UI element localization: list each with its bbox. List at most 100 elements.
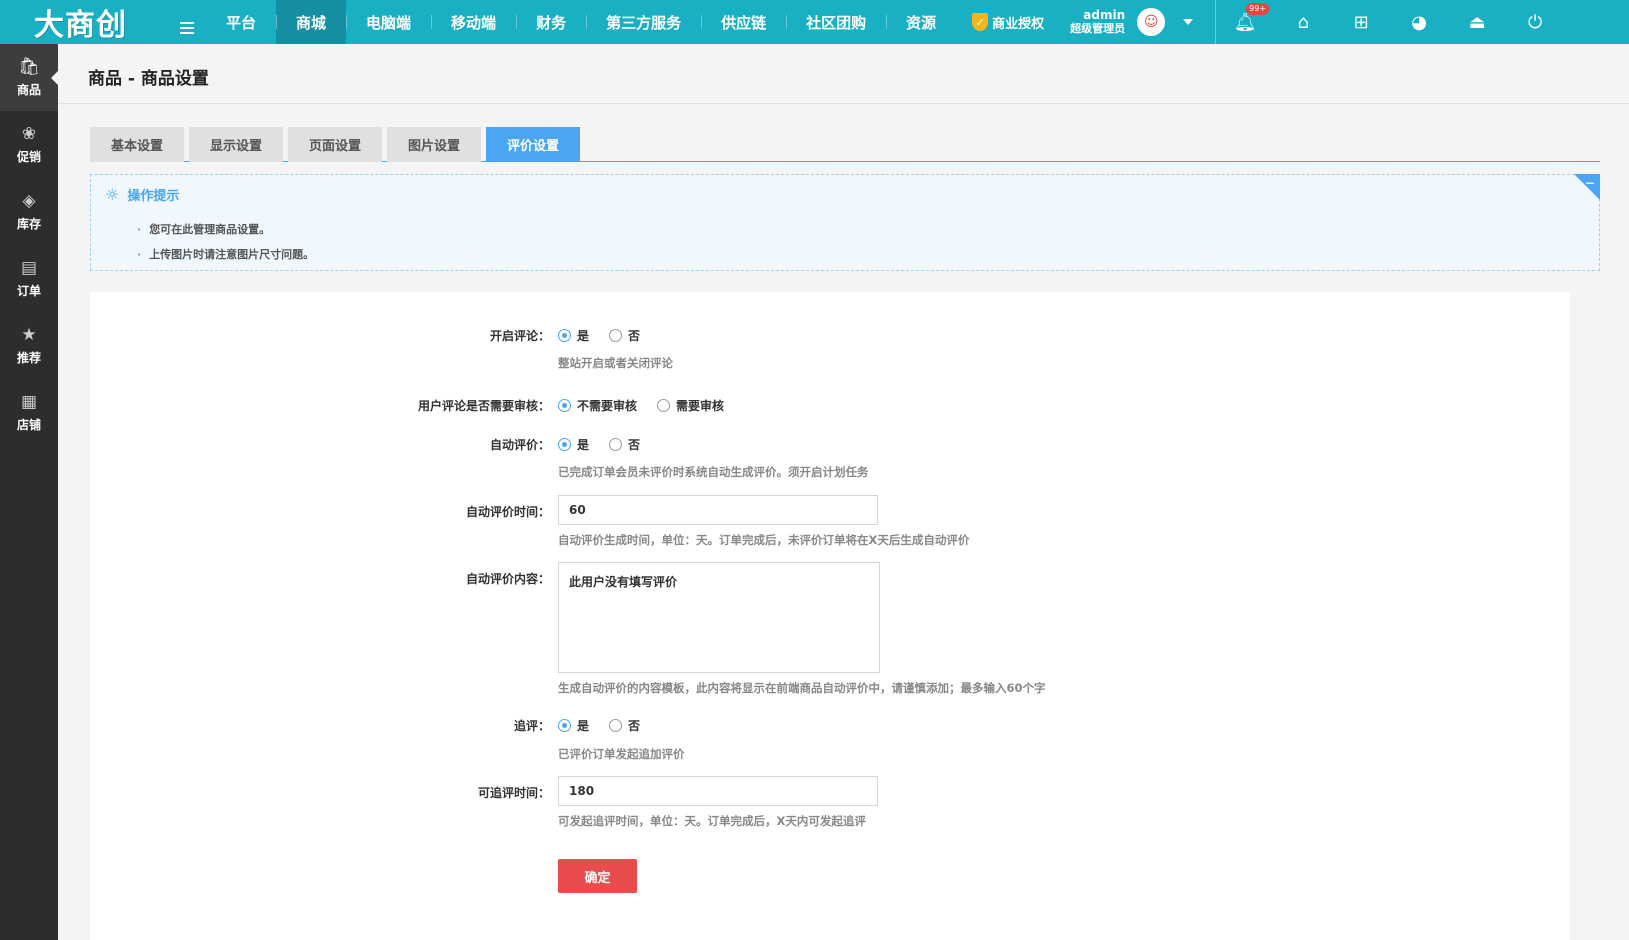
nav-item-resources[interactable]: 资源 xyxy=(886,0,956,44)
menu-toggle-icon[interactable] xyxy=(176,0,198,44)
promo-icon: ❀ xyxy=(21,124,37,144)
power-icon: ⏻ xyxy=(1528,11,1543,33)
add-comment-no-radio[interactable]: 否 xyxy=(609,717,640,734)
theme-button[interactable]: ◕ xyxy=(1390,0,1448,44)
minus-icon[interactable]: − xyxy=(1585,177,1595,189)
home-button[interactable]: ⌂ xyxy=(1274,0,1332,44)
sitemap-icon: ⊞ xyxy=(1353,11,1369,33)
sidebar-item-label: 订单 xyxy=(16,284,41,298)
auto-evaluate-hint: 已完成订单会员未评价时系统自动生成评价。须开启计划任务 xyxy=(558,465,869,479)
nav-item-mobile[interactable]: 移动端 xyxy=(431,0,516,44)
tip-item: 您可在此管理商品设置。 xyxy=(137,217,314,242)
add-comment-hint: 已评价订单发起追加评价 xyxy=(558,747,685,761)
tab-evaluation[interactable]: 评价设置 xyxy=(486,127,580,162)
auto-evaluate-radios: 是 否 xyxy=(558,436,660,453)
home-icon: ⌂ xyxy=(1297,11,1309,33)
page-title: 商品 - 商品设置 xyxy=(88,69,209,89)
nav-item-finance[interactable]: 财务 xyxy=(516,0,586,44)
auto-evaluate-no-radio[interactable]: 否 xyxy=(609,436,640,453)
auto-evaluate-label: 自动评价： xyxy=(489,438,550,452)
operation-tips: ☼ 操作提示 您可在此管理商品设置。 上传图片时请注意图片尺寸问题。 − xyxy=(90,174,1600,271)
sidebar-item-inventory[interactable]: ◈ 库存 xyxy=(0,178,58,245)
comment-review-radios: 不需要审核 需要审核 xyxy=(558,397,744,414)
enable-comment-yes-radio[interactable]: 是 xyxy=(558,327,589,344)
avatar[interactable]: ☺ xyxy=(1137,8,1166,36)
tips-list: 您可在此管理商品设置。 上传图片时请注意图片尺寸问题。 xyxy=(137,217,314,267)
need-review-radio[interactable]: 需要审核 xyxy=(657,397,724,414)
enable-comment-hint: 整站开启或者关闭评论 xyxy=(558,356,673,370)
clipboard-icon: ▤ xyxy=(20,258,38,278)
tip-item: 上传图片时请注意图片尺寸问题。 xyxy=(137,242,314,267)
page-header: 商品 - 商品设置 xyxy=(58,44,1629,104)
add-comment-time-hint: 可发起追评时间，单位：天。订单完成后，X天内可发起追评 xyxy=(558,814,866,828)
no-review-radio[interactable]: 不需要审核 xyxy=(558,397,637,414)
nav-item-supply-chain[interactable]: 供应链 xyxy=(701,0,786,44)
star-icon: ★ xyxy=(21,325,37,345)
top-nav: 平台 商城 电脑端 移动端 财务 第三方服务 供应链 社区团购 资源 xyxy=(206,0,956,44)
business-license-label: 商业授权 xyxy=(992,16,1045,32)
sidebar-item-label: 商品 xyxy=(16,83,41,97)
settings-tabs: 基本设置 显示设置 页面设置 图片设置 评价设置 xyxy=(90,127,1600,162)
user-menu[interactable]: admin 超级管理员 ☺ xyxy=(1070,0,1215,44)
sidebar-item-label: 促销 xyxy=(16,150,41,164)
sidebar-item-promotion[interactable]: ❀ 促销 xyxy=(0,111,58,178)
nav-item-third-party[interactable]: 第三方服务 xyxy=(586,0,701,44)
tab-page[interactable]: 页面设置 xyxy=(288,127,382,162)
nav-item-mall[interactable]: 商城 xyxy=(276,0,347,44)
tag-icon: ◈ xyxy=(22,191,36,211)
logout-button[interactable]: ⏻ xyxy=(1506,0,1564,44)
add-comment-time-input[interactable] xyxy=(558,776,878,806)
tab-display[interactable]: 显示设置 xyxy=(189,127,283,162)
sidebar-item-label: 店铺 xyxy=(16,418,41,432)
notification-badge: 99+ xyxy=(1246,3,1270,15)
sidebar-item-goods[interactable]: 🛍︎ 商品 xyxy=(0,44,58,111)
notifications-button[interactable]: 🔔︎ 99+ xyxy=(1216,0,1274,44)
sidebar-item-orders[interactable]: ▤ 订单 xyxy=(0,245,58,312)
add-comment-label: 追评： xyxy=(513,719,550,733)
sidebar-item-label: 推荐 xyxy=(16,351,41,365)
sidebar: 🛍︎ 商品 ❀ 促销 ◈ 库存 ▤ 订单 ★ 推荐 ▦ 店铺 xyxy=(0,44,58,940)
logo[interactable]: 大商创 xyxy=(0,0,176,44)
sidebar-item-label: 库存 xyxy=(16,217,41,231)
enable-comment-radios: 是 否 xyxy=(558,327,660,344)
tips-header: ☼ 操作提示 xyxy=(105,185,179,204)
sidebar-item-store[interactable]: ▦ 店铺 xyxy=(0,379,58,446)
shield-icon: ✓ xyxy=(972,13,989,31)
comment-review-label: 用户评论是否需要审核： xyxy=(417,399,550,413)
broom-icon: ⏏ xyxy=(1468,11,1486,33)
nav-item-platform[interactable]: 平台 xyxy=(206,0,276,44)
tips-title: 操作提示 xyxy=(127,189,180,204)
auto-evaluate-time-input[interactable] xyxy=(558,495,878,525)
enable-comment-no-radio[interactable]: 否 xyxy=(609,327,640,344)
tab-basic[interactable]: 基本设置 xyxy=(90,127,184,162)
palette-icon: ◕ xyxy=(1411,11,1428,33)
user-name: admin xyxy=(1083,8,1126,22)
basket-icon: 🛍︎ xyxy=(18,57,40,77)
sitemap-button[interactable]: ⊞ xyxy=(1332,0,1390,44)
clear-cache-button[interactable]: ⏏ xyxy=(1448,0,1506,44)
user-role: 超级管理员 xyxy=(1070,22,1126,35)
auto-evaluate-content-label: 自动评价内容： xyxy=(465,572,550,586)
store-icon: ▦ xyxy=(20,392,38,412)
nav-item-community[interactable]: 社区团购 xyxy=(786,0,886,44)
auto-evaluate-time-label: 自动评价时间： xyxy=(465,505,550,519)
business-license-link[interactable]: ✓ 商业授权 xyxy=(956,0,1054,44)
evaluation-settings-form: 开启评论： 是 否 整站开启或者关闭评论 用户评论是否需要审核： 不需要审核 需… xyxy=(90,292,1570,940)
nav-item-pc[interactable]: 电脑端 xyxy=(346,0,431,44)
auto-evaluate-content-textarea[interactable]: 此用户没有填写评价 xyxy=(558,562,880,673)
auto-evaluate-content-hint: 生成自动评价的内容模板，此内容将显示在前端商品自动评价中，请谨慎添加；最多输入6… xyxy=(558,681,1046,695)
submit-button[interactable]: 确定 xyxy=(558,859,637,893)
user-info: admin 超级管理员 xyxy=(1070,8,1125,36)
add-comment-yes-radio[interactable]: 是 xyxy=(558,717,589,734)
chevron-down-icon[interactable] xyxy=(1183,19,1194,25)
toolbar: 🔔︎ 99+ ⌂ ⊞ ◕ ⏏ ⏻ xyxy=(1216,0,1564,44)
top-bar: 大商创 平台 商城 电脑端 移动端 财务 第三方服务 供应链 社区团购 资源 ✓… xyxy=(0,0,1629,44)
lightbulb-icon: ☼ xyxy=(105,185,120,204)
sidebar-item-recommend[interactable]: ★ 推荐 xyxy=(0,312,58,379)
enable-comment-label: 开启评论： xyxy=(489,329,550,343)
tab-image[interactable]: 图片设置 xyxy=(387,127,481,162)
auto-evaluate-time-hint: 自动评价生成时间，单位：天。订单完成后，未评价订单将在X天后生成自动评价 xyxy=(558,533,970,547)
auto-evaluate-yes-radio[interactable]: 是 xyxy=(558,436,589,453)
add-comment-radios: 是 否 xyxy=(558,717,660,734)
add-comment-time-label: 可追评时间： xyxy=(477,786,550,800)
